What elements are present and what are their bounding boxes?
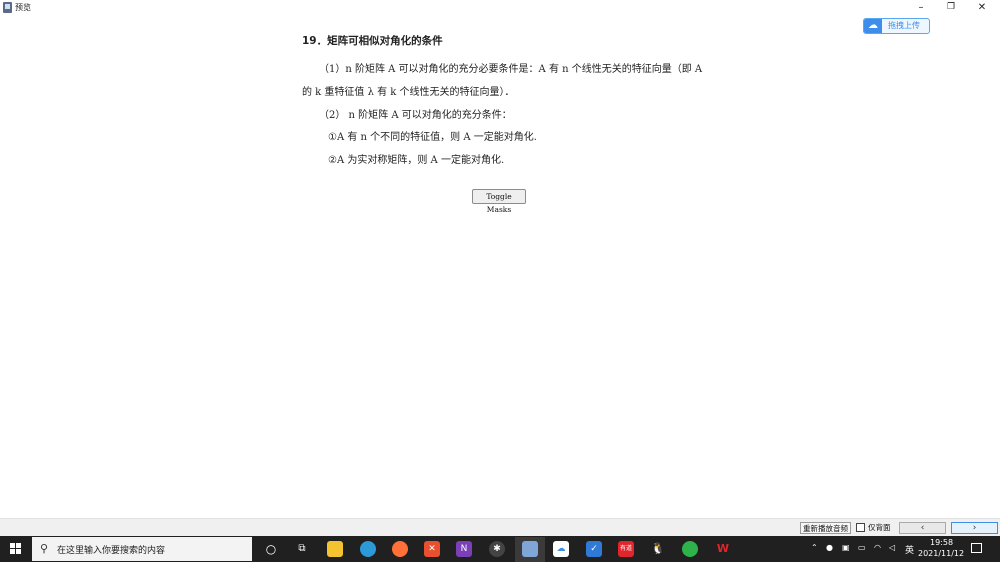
cloud-icon: ☁ — [864, 19, 882, 33]
clock-time[interactable]: 19:58 — [930, 538, 953, 547]
replay-audio-button[interactable]: 重新播放音频 — [800, 522, 851, 534]
previous-button[interactable]: ‹ — [899, 522, 946, 534]
upload-label: 拖拽上传 — [888, 21, 920, 30]
condition-line-5: ②A 为实对称矩阵，则 A 一定能对角化. — [328, 155, 505, 166]
maximize-button[interactable]: ❐ — [936, 0, 966, 15]
search-placeholder: 在这里输入你要搜索的内容 — [57, 546, 166, 556]
battery-icon[interactable]: ▭ — [858, 543, 866, 552]
todo-icon[interactable]: ✓ — [586, 541, 602, 557]
title-bar: 预览 – ❐ ✕ — [0, 0, 1000, 15]
edge-icon[interactable] — [360, 541, 376, 557]
wps-icon[interactable]: W — [715, 541, 731, 557]
xmind-icon[interactable]: ✕ — [424, 541, 440, 557]
condition-line-2: 的 k 重特征值 λ 有 k 个线性无关的特征向量）． — [302, 87, 515, 98]
app-icon — [3, 2, 12, 13]
wifi-icon[interactable]: ◠ — [874, 543, 881, 552]
file-explorer-icon[interactable] — [327, 541, 343, 557]
background-only-label: 仅背面 — [868, 523, 891, 532]
search-icon: ⚲ — [40, 542, 49, 555]
tray-expand-icon[interactable]: ⌃ — [811, 543, 818, 552]
task-view-icon[interactable]: ⧉ — [294, 541, 310, 557]
tray-app-icon[interactable]: ▣ — [842, 543, 850, 552]
cortana-icon[interactable]: ○ — [263, 541, 279, 557]
toggle-masks-button[interactable]: Toggle Masks — [472, 189, 526, 214]
youdao-icon[interactable]: 有道 — [618, 541, 634, 557]
clock-date[interactable]: 2021/11/12 — [918, 549, 964, 558]
windows-start-icon[interactable] — [10, 543, 22, 555]
tray-wechat-icon[interactable]: ● — [826, 543, 833, 552]
baidu-netdisk-icon[interactable]: ☁ — [553, 541, 569, 557]
notification-icon[interactable] — [971, 543, 982, 553]
close-button[interactable]: ✕ — [967, 0, 997, 15]
minimize-button[interactable]: – — [906, 0, 936, 15]
next-button[interactable]: › — [951, 522, 998, 534]
firefox-icon[interactable] — [392, 541, 408, 557]
condition-line-4: ①A 有 n 个不同的特征值，则 A 一定能对角化. — [328, 132, 537, 143]
davinci-icon[interactable]: ✱ — [489, 541, 505, 557]
background-only-checkbox[interactable] — [856, 523, 865, 532]
taskbar: ⚲ 在这里输入你要搜索的内容 ○ ⧉ ✕ N ✱ ☁ ✓ 有道 🐧 W ⌃ ● … — [0, 536, 1000, 562]
onenote-icon[interactable]: N — [456, 541, 472, 557]
anki-icon[interactable] — [522, 541, 538, 557]
wechat-icon[interactable] — [682, 541, 698, 557]
condition-line-3: （2） n 阶矩阵 A 可以对角化的充分条件： — [319, 110, 512, 121]
volume-icon[interactable]: ◁ — [889, 543, 895, 552]
window-title: 预览 — [15, 3, 31, 12]
review-bottom-bar: 重新播放音频 仅背面 ‹ › — [0, 518, 1000, 537]
taskbar-search-box[interactable]: ⚲ 在这里输入你要搜索的内容 — [32, 537, 252, 561]
qq-icon[interactable]: 🐧 — [650, 541, 666, 557]
ime-indicator[interactable]: 英 — [905, 543, 914, 556]
section-heading: 19．矩阵可相似对角化的条件 — [302, 35, 443, 47]
condition-line-1: （1）n 阶矩阵 A 可以对角化的充分必要条件是：A 有 n 个线性无关的特征向… — [319, 64, 703, 75]
drag-upload-button[interactable]: ☁ 拖拽上传 — [863, 18, 930, 34]
